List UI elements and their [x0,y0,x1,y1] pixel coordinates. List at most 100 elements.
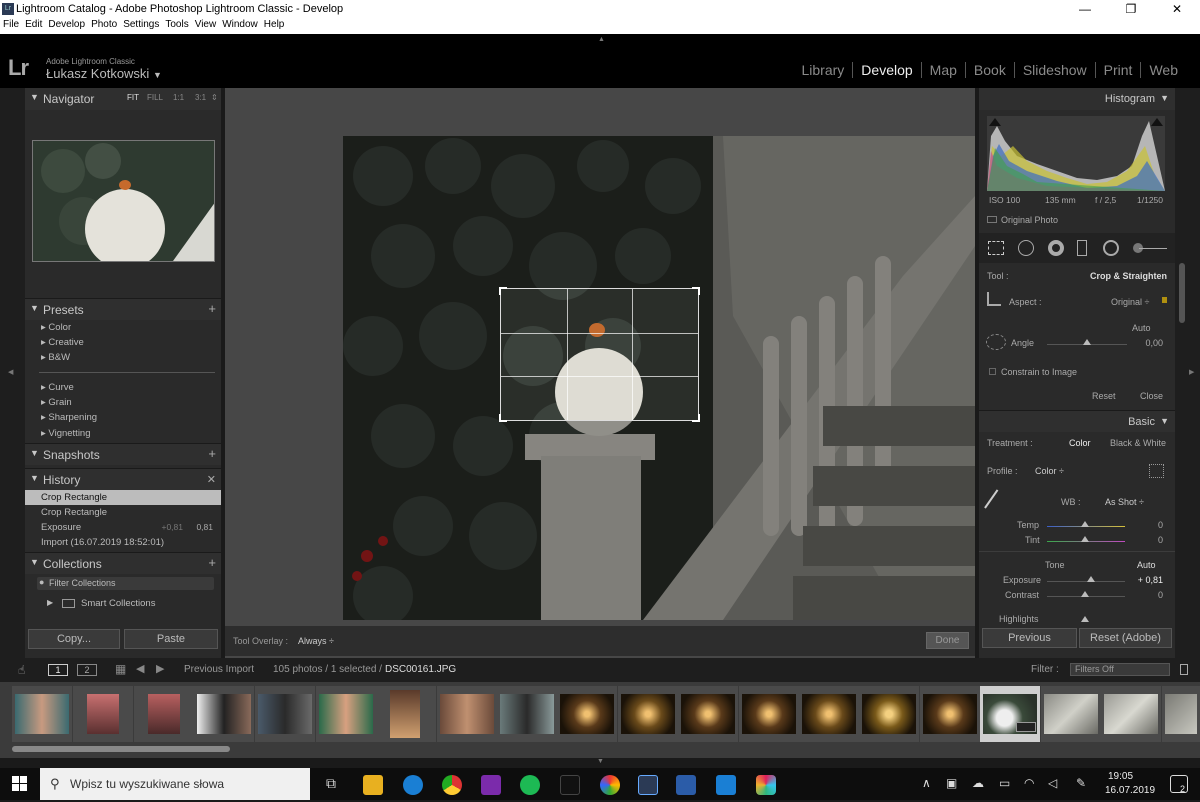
pen-icon[interactable]: ✎ [1076,776,1086,790]
preset-group-bw[interactable]: ▸ B&W [25,350,221,365]
filmstrip-thumb[interactable] [12,686,72,742]
preset-group-curve[interactable]: ▸ Curve [25,380,221,395]
zoom-fit[interactable]: FIT [127,93,139,102]
forward-arrow-icon[interactable]: ▶ [156,662,164,675]
windows-start-icon[interactable] [12,776,28,792]
snapshots-header[interactable]: ▼ Snapshots + [25,443,221,465]
preset-group-grain[interactable]: ▸ Grain [25,395,221,410]
filmstrip-thumb[interactable] [678,686,738,742]
filmstrip-thumb[interactable] [859,686,919,742]
battery-icon[interactable]: ▭ [999,776,1010,790]
collapse-bottom-icon[interactable]: ▼ [597,758,604,765]
crop-handle[interactable] [499,287,507,295]
spotify-icon[interactable] [520,775,540,795]
previous-button[interactable]: Previous [982,628,1077,648]
filmstrip-thumb[interactable] [920,686,980,742]
user-name[interactable]: Łukasz Kotkowski ▼ [46,66,162,81]
crop-rectangle[interactable] [499,287,700,422]
menu-settings[interactable]: Settings [123,19,159,34]
menu-file[interactable]: File [3,19,19,34]
crop-reset-button[interactable]: Reset [1092,391,1116,401]
temp-slider-knob[interactable] [1081,521,1089,527]
main-photo[interactable] [343,136,975,620]
secondary-display-icon[interactable]: ☝ [18,663,25,677]
filter-select[interactable]: Filters Off [1070,663,1170,676]
crop-tool-icon[interactable] [988,241,1004,255]
module-library[interactable]: Library [794,62,853,78]
navigator-preview[interactable] [32,140,215,262]
filmstrip-thumb[interactable] [194,686,254,742]
history-item[interactable]: Import (16.07.2019 18:52:01) [25,535,221,550]
aspect-select[interactable]: Original ÷ [1111,297,1149,307]
tint-slider-knob[interactable] [1081,536,1089,542]
zoom-1-1[interactable]: 1:1 [173,93,184,102]
filmstrip-scrollbar[interactable] [12,746,230,752]
smart-collections-item[interactable]: ▶ Smart Collections [25,596,221,611]
filmstrip-thumb[interactable] [739,686,799,742]
reset-adobe-button[interactable]: Reset (Adobe) [1079,628,1172,648]
tool-overlay-select[interactable]: Always ÷ [298,636,334,646]
filmstrip-source[interactable]: Previous Import [184,664,254,675]
menu-edit[interactable]: Edit [25,19,42,34]
main-window-button[interactable]: 1 [48,664,68,676]
wb-select[interactable]: As Shot ÷ [1105,497,1144,507]
wifi-icon[interactable]: ◠ [1024,776,1034,790]
history-item[interactable]: Crop Rectangle [25,505,221,520]
edge-icon[interactable] [403,775,423,795]
highlights-slider-knob[interactable] [1081,616,1089,622]
filmstrip-thumb[interactable] [497,686,557,742]
clock-date[interactable]: 16.07.2019 [1105,785,1155,796]
treatment-color[interactable]: Color [1069,438,1091,448]
angle-value[interactable]: 0,00 [1145,338,1163,348]
constrain-checkbox[interactable] [989,368,996,375]
straighten-tool-icon[interactable] [986,334,1006,350]
angle-slider-knob[interactable] [1083,339,1091,345]
clear-history-icon[interactable]: ✕ [207,473,216,486]
filter-collections-input[interactable]: ● Filter Collections [37,577,214,590]
volume-icon[interactable]: ◁ [1048,776,1057,790]
filmstrip-thumb[interactable] [255,686,315,742]
add-collection-icon[interactable]: + [208,555,216,570]
histogram-header[interactable]: Histogram ▼ [979,88,1175,110]
lock-icon[interactable] [1162,297,1167,303]
onenote-icon[interactable] [481,775,501,795]
crop-handle[interactable] [692,287,700,295]
exposure-slider[interactable] [1047,581,1125,582]
add-snapshot-icon[interactable]: + [208,446,216,461]
filmstrip-thumb[interactable] [437,686,497,742]
clock-time[interactable]: 19:05 [1108,771,1133,782]
crop-handle[interactable] [499,414,507,422]
module-develop[interactable]: Develop [852,62,920,78]
collapse-right-icon[interactable]: ▶ [1189,368,1194,376]
menu-view[interactable]: View [195,19,217,34]
copy-settings-button[interactable]: Copy... [28,629,120,649]
preset-group-color[interactable]: ▸ Color [25,320,221,335]
module-map[interactable]: Map [920,62,965,78]
notification-center-icon[interactable]: 2 [1170,775,1188,794]
crop-handle[interactable] [692,414,700,422]
eyedropper-icon[interactable] [984,489,1010,517]
contrast-value[interactable]: 0 [1158,590,1163,600]
filmstrip-thumb[interactable] [376,686,436,742]
module-book[interactable]: Book [964,62,1014,78]
filmstrip-thumb[interactable] [557,686,617,742]
crop-close-button[interactable]: Close [1140,391,1163,401]
module-web[interactable]: Web [1140,62,1186,78]
filmstrip-thumb[interactable] [316,686,376,742]
close-button[interactable]: ✕ [1154,0,1200,19]
file-explorer-icon[interactable] [363,775,383,795]
shadow-clipping-icon[interactable] [989,118,1001,126]
word-icon[interactable] [676,775,696,795]
zoom-fill[interactable]: FILL [147,93,163,102]
done-button[interactable]: Done [926,632,969,649]
second-window-button[interactable]: 2 [77,664,97,676]
preset-group-sharpening[interactable]: ▸ Sharpening [25,410,221,425]
history-item[interactable]: Exposure +0,81 0,81 [25,520,221,535]
paste-settings-button[interactable]: Paste [124,629,218,649]
radial-filter-icon[interactable] [1103,240,1119,256]
history-item[interactable]: Crop Rectangle [25,490,221,505]
filmstrip-thumb[interactable] [1162,686,1200,742]
module-slideshow[interactable]: Slideshow [1013,62,1095,78]
filmstrip-thumb[interactable] [618,686,678,742]
zoom-menu-icon[interactable]: ⇕ [211,93,218,102]
